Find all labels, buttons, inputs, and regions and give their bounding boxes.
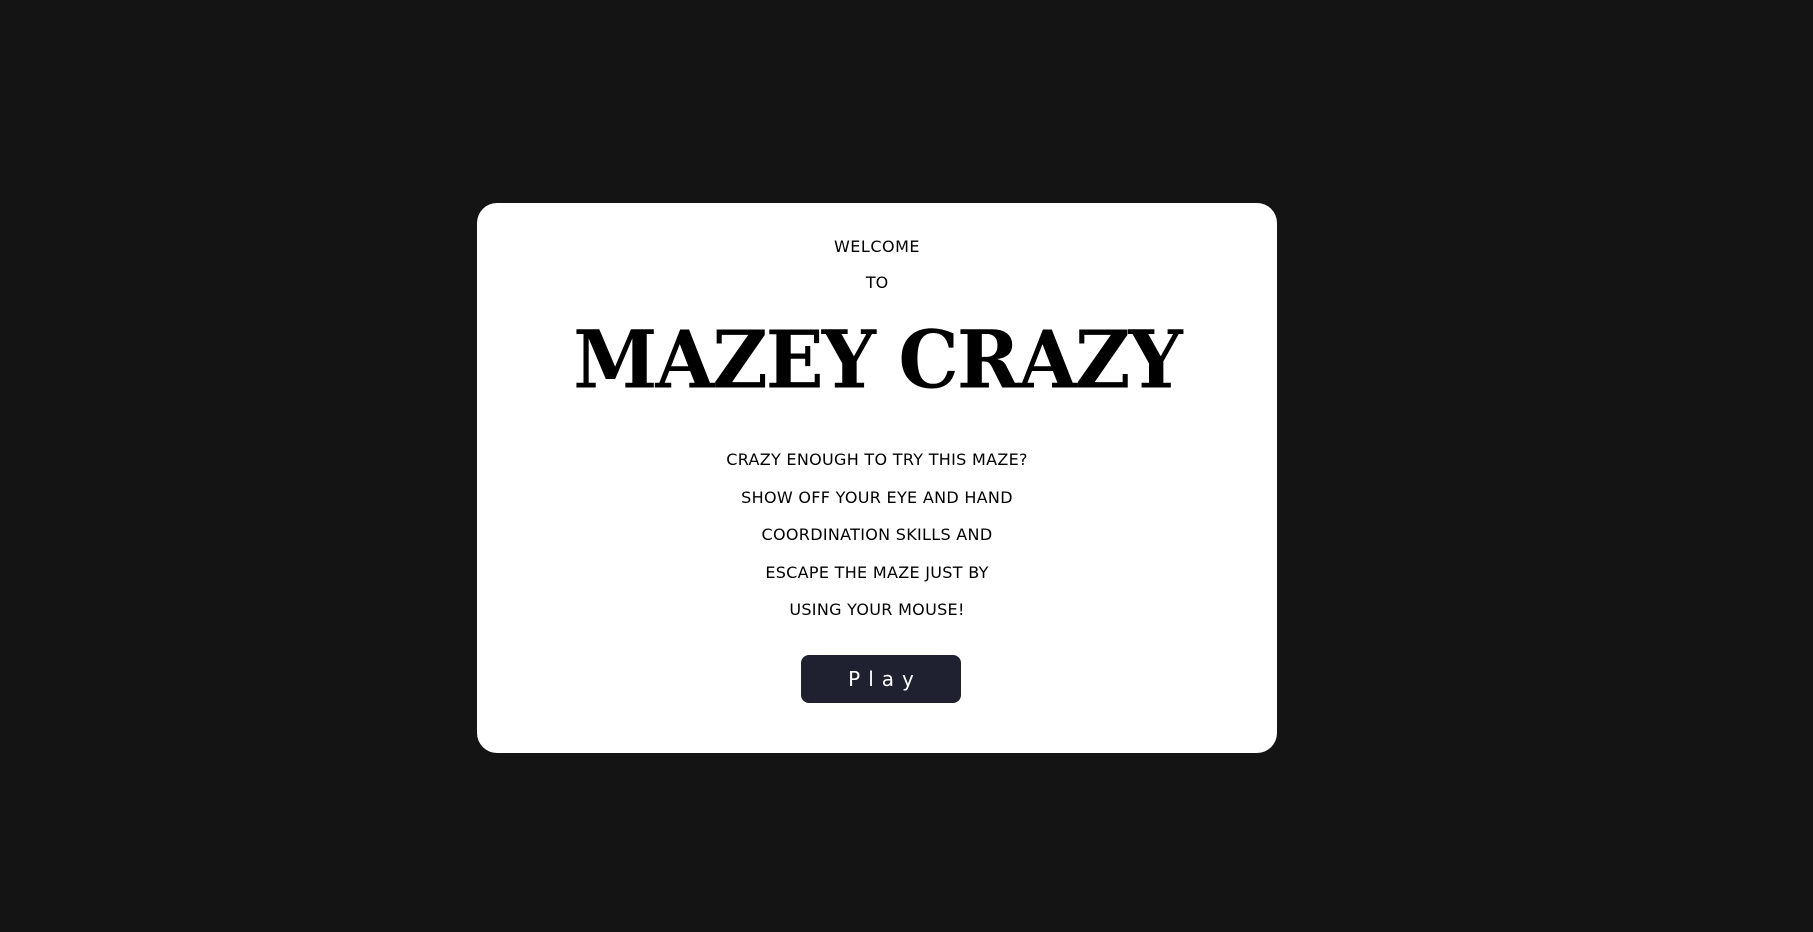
to-text: TO xyxy=(865,273,889,292)
welcome-text: WELCOME xyxy=(833,237,921,256)
description-line: ESCAPE THE MAZE JUST BY xyxy=(765,562,989,582)
start-menu-card: WELCOME TO MAZEY CRAZY CRAZY ENOUGH TO T… xyxy=(477,203,1277,753)
description-line: SHOW OFF YOUR EYE AND HAND xyxy=(741,487,1013,507)
description-line: USING YOUR MOUSE! xyxy=(789,600,965,619)
description-line: CRAZY ENOUGH TO TRY THIS MAZE? xyxy=(726,450,1028,469)
play-button[interactable]: Play xyxy=(801,655,961,703)
game-title: MAZEY CRAZY xyxy=(573,312,1183,407)
description-line: COORDINATION SKILLS AND xyxy=(761,525,993,544)
game-description: CRAZY ENOUGH TO TRY THIS MAZE? SHOW OFF … xyxy=(477,441,1277,629)
